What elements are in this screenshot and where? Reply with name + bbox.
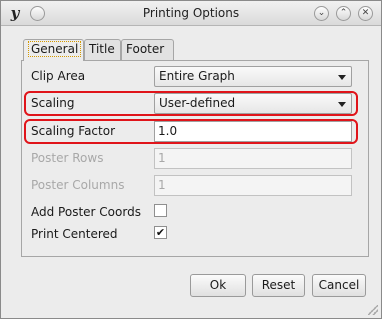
title-bar[interactable]: y Printing Options ⌄ ⌃ ✕ — [1, 1, 381, 26]
print-centered-checkbox[interactable]: ✔ — [154, 226, 167, 239]
scaling-value: User-defined — [159, 96, 236, 110]
tab-general-label: General — [28, 41, 82, 57]
tab-footer-label: Footer — [126, 42, 165, 56]
scaling-label: Scaling — [31, 96, 75, 110]
tab-title[interactable]: Title — [84, 39, 121, 60]
clip-area-label: Clip Area — [31, 69, 86, 83]
clip-area-select[interactable]: Entire Graph — [154, 66, 352, 87]
scaling-select[interactable]: User-defined — [154, 93, 352, 114]
poster-rows-input[interactable]: 1 — [154, 148, 352, 169]
tab-footer[interactable]: Footer — [121, 39, 174, 60]
resize-grip-icon[interactable] — [368, 305, 378, 315]
ok-button[interactable]: Ok — [190, 274, 246, 297]
printing-options-dialog: y Printing Options ⌄ ⌃ ✕ General Title F… — [0, 0, 382, 319]
add-poster-coords-checkbox[interactable] — [154, 204, 167, 217]
close-icon[interactable]: ✕ — [358, 6, 373, 21]
poster-columns-input[interactable]: 1 — [154, 175, 352, 196]
chevron-down-icon — [338, 102, 346, 107]
maximize-icon[interactable]: ⌃ — [336, 6, 351, 21]
scaling-factor-label: Scaling Factor — [31, 124, 116, 138]
minimize-icon[interactable]: ⌄ — [314, 6, 329, 21]
poster-columns-label: Poster Columns — [31, 178, 125, 192]
cancel-button[interactable]: Cancel — [312, 274, 366, 297]
chevron-down-icon — [338, 75, 346, 80]
clip-area-value: Entire Graph — [159, 69, 235, 83]
add-poster-coords-label: Add Poster Coords — [31, 205, 141, 219]
scaling-factor-input[interactable]: 1.0 — [154, 121, 352, 142]
tab-title-label: Title — [89, 42, 115, 56]
poster-rows-label: Poster Rows — [31, 151, 104, 165]
tab-general[interactable]: General — [23, 39, 84, 61]
print-centered-label: Print Centered — [31, 227, 118, 241]
reset-button[interactable]: Reset — [252, 274, 305, 297]
